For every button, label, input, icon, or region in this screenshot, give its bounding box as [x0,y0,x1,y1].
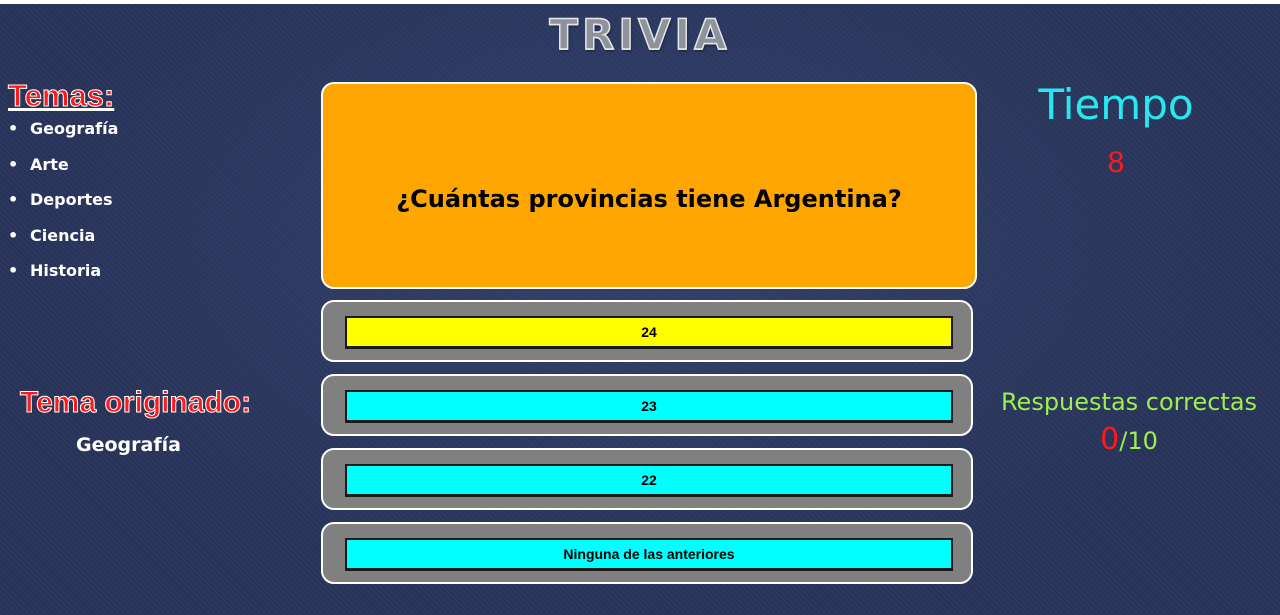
score-correct: 0 [1100,422,1120,457]
answer-button[interactable]: 24 [345,316,953,349]
score-total: /10 [1119,427,1158,455]
bullet-icon: • [8,119,19,138]
topic-label: Historia [30,261,102,280]
origin-topic-heading: Tema originado: [19,386,252,420]
timer-value: 8 [1107,146,1125,179]
topics-heading: Temas: [7,78,115,114]
score-display: 0/10 [990,422,1268,457]
topic-label: Geografía [30,119,119,138]
topic-item: • Deportes [8,189,118,225]
answer-button[interactable]: 22 [345,464,953,497]
game-title: TRIVIA [549,9,731,60]
timer-label: Tiempo [1038,80,1194,129]
origin-topic-value: Geografía [76,434,181,456]
topic-item: • Historia [8,260,118,296]
bullet-icon: • [8,261,19,280]
question-card: ¿Cuántas provincias tiene Argentina? [321,82,977,289]
bullet-icon: • [8,225,19,245]
score-label: Respuestas correctas [1000,388,1258,416]
question-text: ¿Cuántas provincias tiene Argentina? [396,184,902,213]
bullet-icon: • [8,190,19,209]
topic-label: Ciencia [30,225,96,245]
topic-item: • Ciencia [8,225,118,261]
topic-item: • Geografía [8,118,118,154]
answer-button[interactable]: 23 [345,390,953,423]
answer-frame: 23 [321,374,973,436]
bullet-icon: • [8,154,19,174]
answer-frame: Ninguna de las anteriores [321,522,973,584]
answer-frame: 24 [321,300,973,362]
answer-frame: 22 [321,448,973,510]
topic-label: Deportes [30,190,113,209]
top-border [0,0,1280,4]
topics-list: • Geografía • Arte • Deportes • Ciencia • His… [8,118,118,296]
topic-item: • Arte [8,154,118,190]
answer-button[interactable]: Ninguna de las anteriores [345,538,953,571]
topic-label: Arte [30,154,69,174]
